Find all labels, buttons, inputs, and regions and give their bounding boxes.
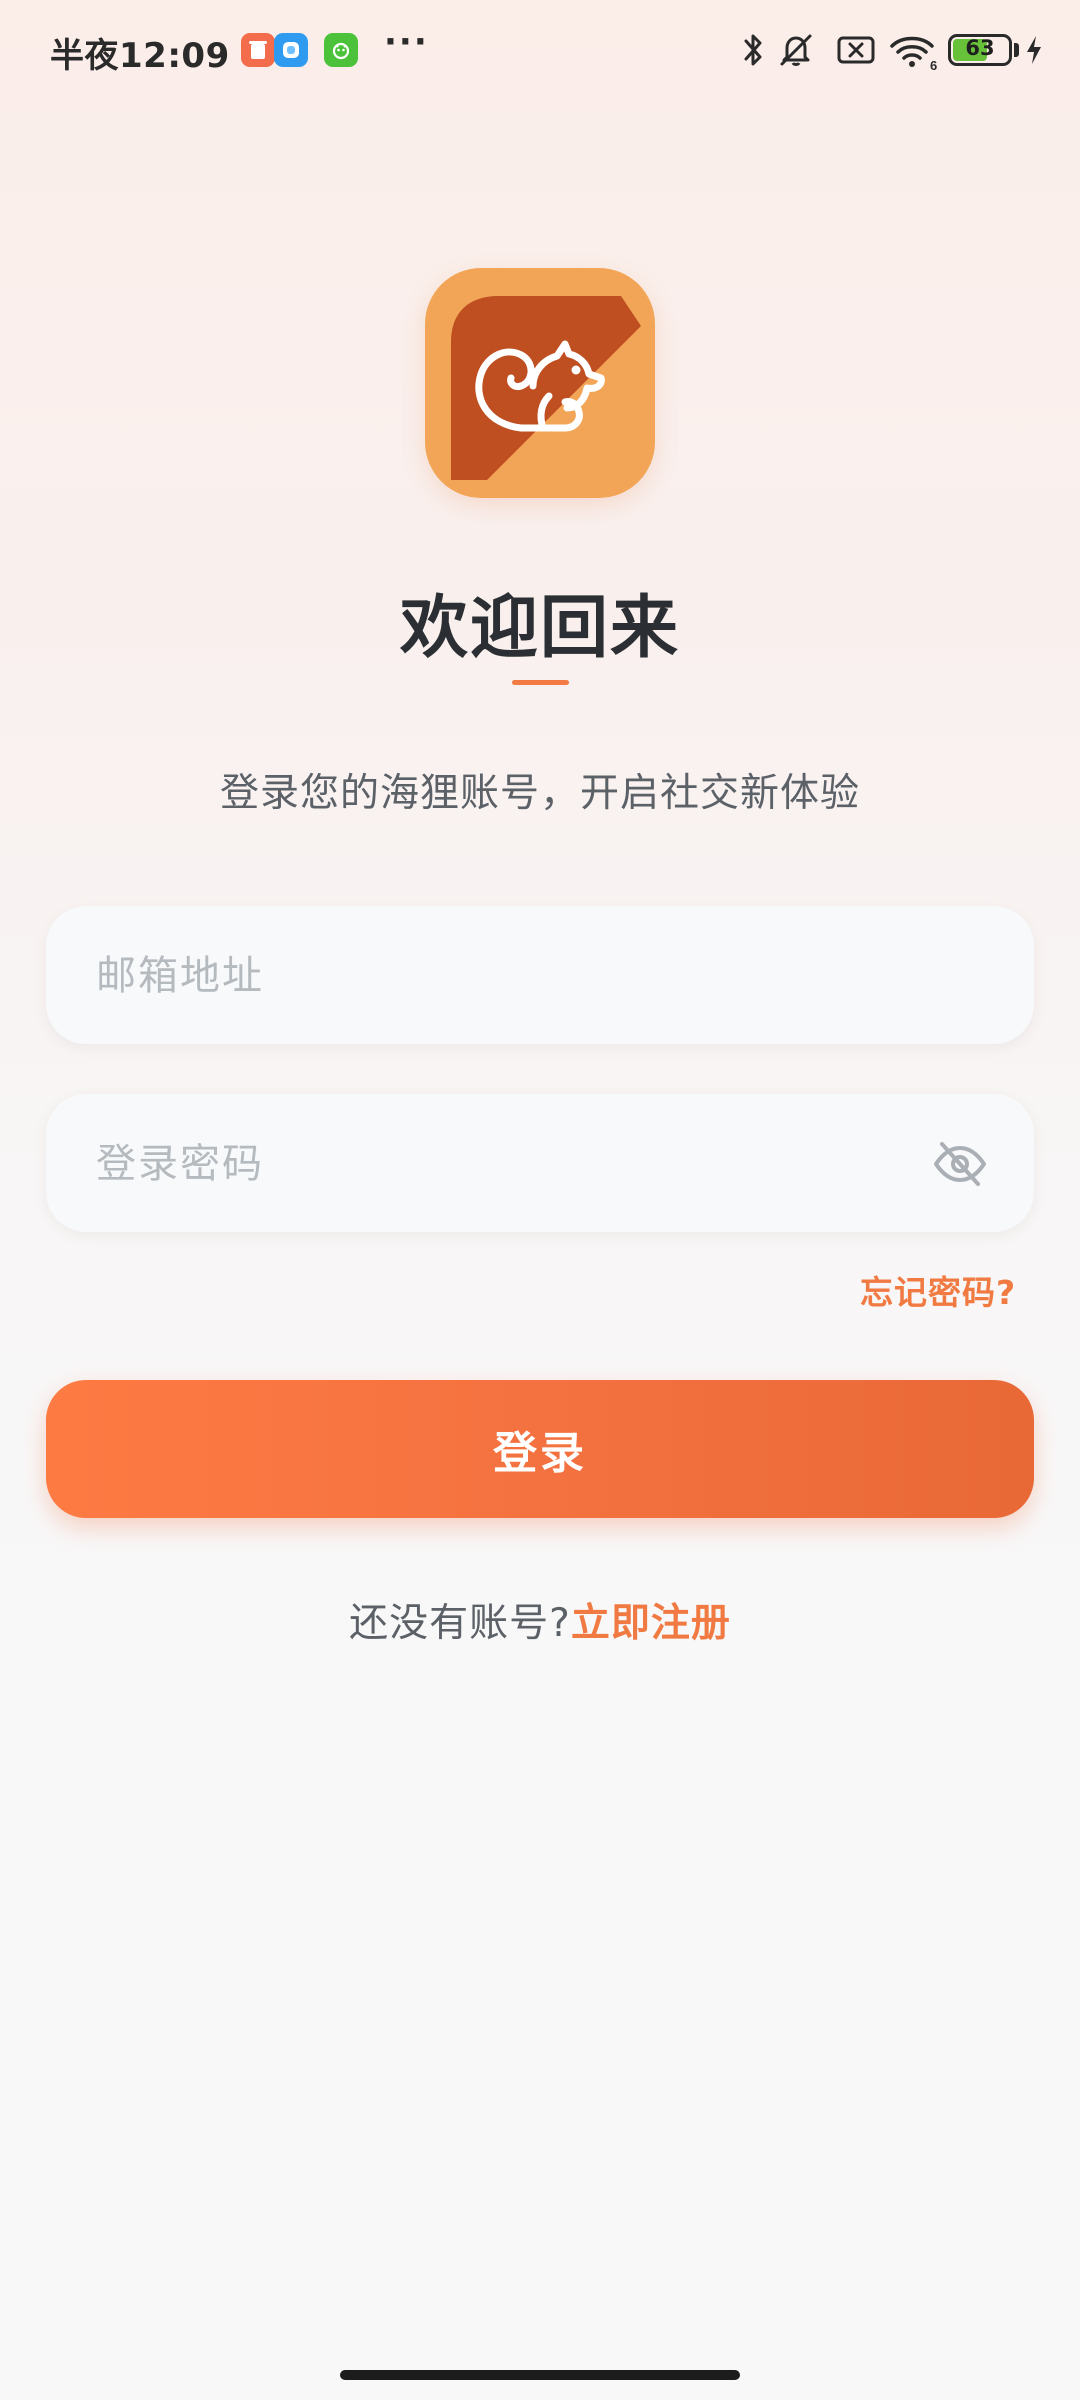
eye-off-icon[interactable] bbox=[930, 1134, 990, 1194]
register-row: 还没有账号?立即注册 bbox=[0, 1592, 1080, 1648]
bluetooth-icon bbox=[738, 30, 768, 74]
page-subtitle: 登录您的海狸账号，开启社交新体验 bbox=[219, 771, 860, 816]
register-link[interactable]: 立即注册 bbox=[571, 1601, 731, 1646]
wifi-badge: 6 bbox=[930, 58, 937, 72]
email-input[interactable] bbox=[94, 906, 918, 1046]
password-field[interactable] bbox=[46, 1094, 1034, 1234]
blue-app-icon bbox=[274, 33, 308, 67]
muted-bell-icon bbox=[776, 30, 816, 74]
title-underline bbox=[512, 680, 569, 685]
more-notifications-icon: ··· bbox=[384, 22, 429, 62]
wifi-icon: 6 bbox=[888, 30, 938, 76]
red-app-icon bbox=[241, 33, 275, 67]
battery-level: 63 bbox=[965, 36, 995, 60]
home-indicator[interactable] bbox=[340, 2370, 740, 2380]
app-logo bbox=[425, 268, 655, 498]
status-time: 半夜12:09 bbox=[50, 36, 230, 76]
page-title: 欢迎回来 bbox=[399, 589, 680, 668]
login-button[interactable]: 登录 bbox=[46, 1380, 1034, 1518]
battery-cap bbox=[1014, 43, 1019, 57]
email-field[interactable] bbox=[46, 906, 1034, 1046]
password-input[interactable] bbox=[94, 1094, 918, 1234]
register-prompt: 还没有账号? bbox=[349, 1601, 571, 1646]
charging-icon bbox=[1024, 34, 1044, 70]
squirrel-icon bbox=[425, 268, 655, 498]
forgot-password-link[interactable]: 忘记密码? bbox=[860, 1266, 1016, 1314]
green-app-icon bbox=[324, 33, 358, 67]
no-sim-icon bbox=[836, 30, 876, 74]
battery-icon: 63 bbox=[948, 34, 1012, 66]
status-bar: 半夜12:09 ··· 6 63 bbox=[0, 0, 1080, 100]
